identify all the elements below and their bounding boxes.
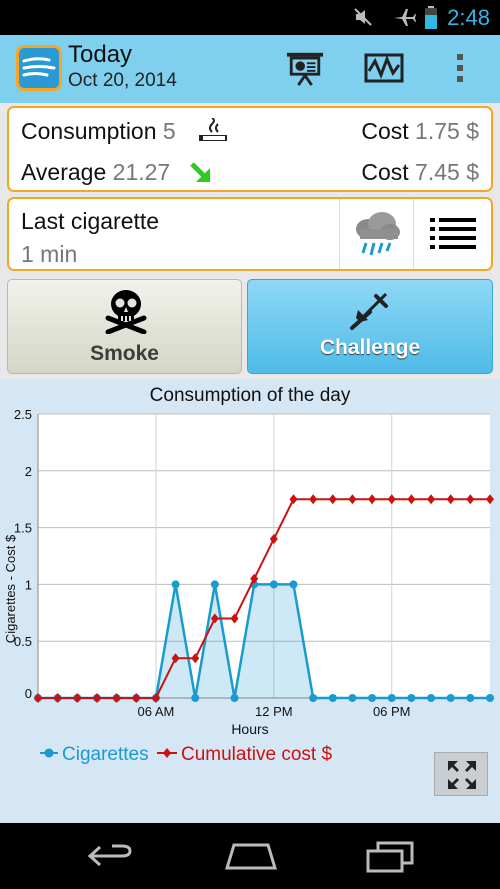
cigarettes-point (446, 694, 455, 702)
chart-title: Consumption of the day (150, 385, 351, 406)
cigarettes-point (368, 694, 377, 702)
battery-icon (425, 6, 437, 29)
cigarettes-point (289, 580, 298, 589)
x-tick-label: 06 AM (137, 704, 174, 719)
cigarettes-point (387, 694, 396, 702)
consumption-chart: Consumption of the day 00.511.522.506 AM… (3, 385, 494, 765)
graph-icon[interactable] (364, 49, 404, 87)
consumption-row: Consumption 5 (21, 118, 176, 145)
cigarettes-point (328, 694, 337, 702)
back-icon[interactable] (86, 843, 134, 869)
cigarettes-point (407, 694, 416, 702)
consumption-value: 5 (162, 118, 176, 144)
cigarettes-point (466, 694, 475, 702)
consumption-cost-label: Cost (361, 118, 409, 144)
consumption-card: Consumption 5 Cost 1.75 $ Average 21.27 … (7, 106, 493, 192)
average-row: Average 21.27 (21, 159, 170, 186)
x-tick-label: 12 PM (255, 704, 293, 719)
last-cigarette-card: Last cigarette 1 min (7, 197, 493, 271)
y-tick-label: 2 (25, 464, 32, 479)
overflow-menu-icon[interactable] (452, 49, 468, 87)
fullscreen-button[interactable] (434, 752, 488, 796)
smoke-button[interactable]: Smoke (7, 279, 242, 374)
y-tick-label: 2.5 (14, 407, 32, 422)
cigarette-icon (199, 118, 227, 141)
skull-crossbones-icon (105, 290, 147, 334)
x-tick-label: 06 PM (373, 704, 411, 719)
airplane-icon (394, 9, 416, 26)
weather-button[interactable] (339, 199, 413, 269)
page-date: Oct 20, 2014 (68, 70, 177, 91)
challenge-label: Challenge (319, 336, 421, 359)
consumption-cost-row: Cost 1.75 $ (361, 118, 479, 145)
clock: 2:48 (447, 5, 490, 30)
presentation-icon[interactable] (284, 49, 326, 87)
status-bar: 2:48 (0, 0, 500, 35)
average-value: 21.27 (112, 159, 171, 185)
cigarettes-point (210, 580, 219, 589)
consumption-cost-value: 1.75 $ (415, 118, 479, 144)
home-icon[interactable] (224, 841, 278, 871)
arrow-down-right-icon (190, 162, 210, 182)
challenge-button[interactable]: Challenge (247, 279, 493, 374)
legend-cigarettes-marker (44, 748, 54, 758)
y-tick-label: 0 (25, 686, 32, 701)
cigarettes-point (269, 580, 278, 589)
average-label: Average (21, 159, 107, 185)
last-cigarette-label: Last cigarette (21, 208, 160, 234)
cigarettes-point (309, 694, 318, 702)
rain-cloud-icon (356, 212, 400, 256)
cigarettes-point (171, 580, 180, 589)
list-icon (430, 218, 476, 249)
average-cost-label: Cost (361, 159, 409, 185)
cigarettes-point (427, 694, 436, 702)
app-logo-icon[interactable] (16, 45, 62, 91)
cigarettes-point (348, 694, 357, 702)
legend-cigarettes-label: Cigarettes (62, 744, 149, 765)
crossed-cigarette-icon (350, 292, 388, 330)
list-button[interactable] (413, 199, 491, 269)
cigarettes-point (486, 694, 494, 702)
x-axis-label: Hours (231, 721, 268, 737)
y-axis-label: Cigarettes - Cost $ (3, 534, 18, 643)
legend-cost-marker (163, 748, 171, 758)
y-tick-label: 1 (25, 577, 32, 592)
action-bar: Today Oct 20, 2014 (0, 35, 500, 103)
y-tick-label: 1.5 (14, 521, 32, 536)
chart-area: Consumption of the day 0 0.5 1 1.5 2 2.5 06 AM… (0, 379, 500, 823)
mute-icon (354, 8, 372, 26)
last-cigarette-value: 1 min (21, 241, 78, 267)
consumption-label: Consumption (21, 118, 157, 144)
navigation-bar (0, 823, 500, 889)
average-cost-value: 7.45 $ (415, 159, 479, 185)
cigarettes-point (191, 694, 200, 702)
legend-cost-label: Cumulative cost $ (181, 744, 332, 765)
recent-apps-icon[interactable] (366, 841, 414, 873)
page-title: Today (68, 41, 133, 68)
expand-icon (448, 761, 476, 789)
average-cost-row: Cost 7.45 $ (361, 159, 479, 186)
cigarettes-point (230, 694, 239, 702)
smoke-label: Smoke (90, 342, 159, 365)
